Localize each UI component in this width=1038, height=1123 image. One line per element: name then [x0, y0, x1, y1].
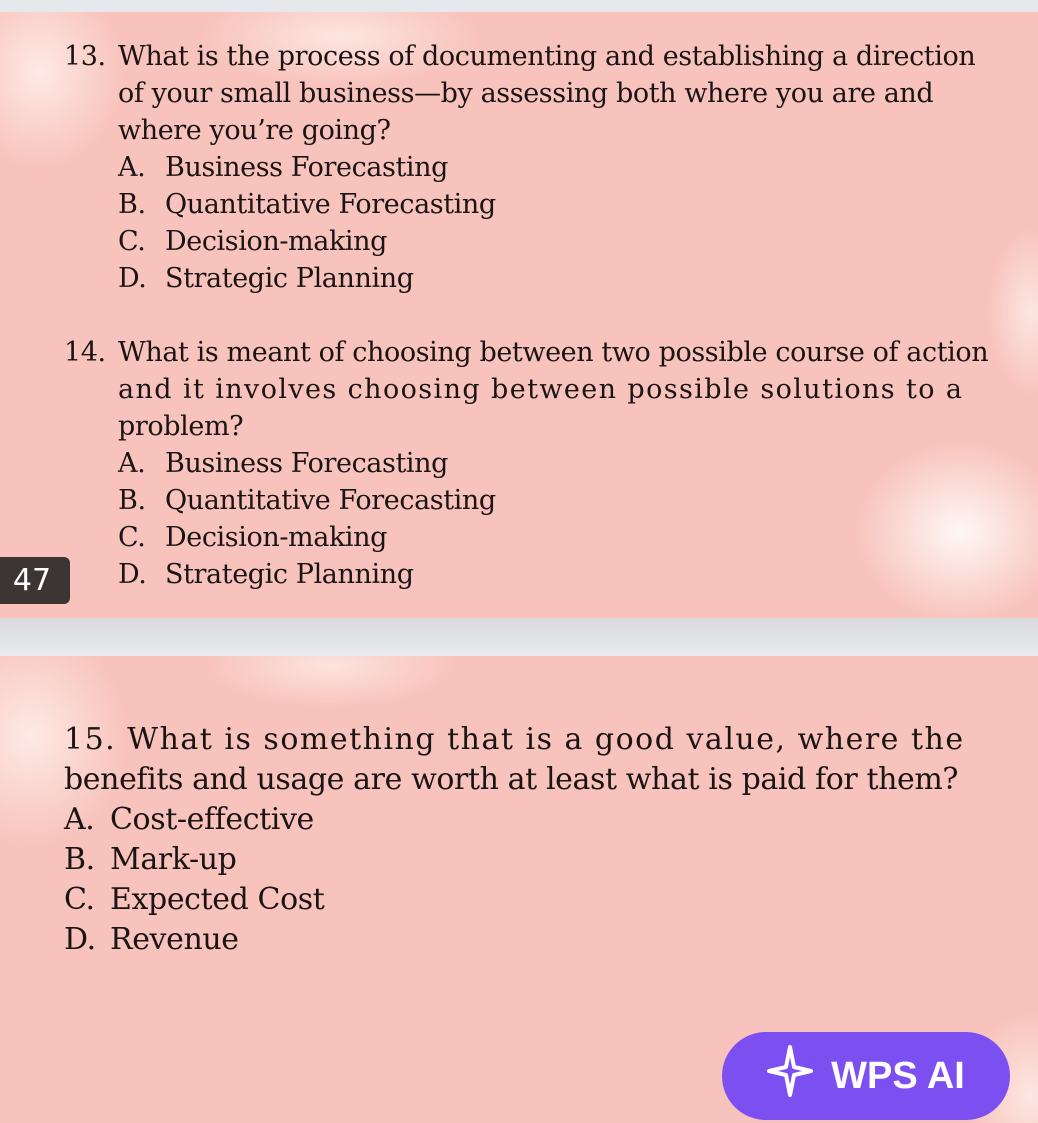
option-b: B. Quantitative Forecasting	[118, 186, 994, 223]
option-letter: B.	[64, 842, 95, 877]
option-d: D. Strategic Planning	[118, 260, 994, 297]
wps-ai-button[interactable]: WPS AI	[722, 1032, 1010, 1120]
option-text: Business Forecasting	[165, 152, 449, 183]
option-c: C. Expected Cost	[64, 880, 1004, 920]
option-letter: A.	[118, 448, 146, 479]
question-number: 14.	[64, 337, 106, 368]
option-text: Decision-making	[165, 226, 388, 257]
option-letter: C.	[118, 226, 146, 257]
question-text-line: and it involves choosing between possibl…	[118, 374, 964, 405]
option-text: Quantitative Forecasting	[165, 189, 496, 220]
question-text: What is something that is a good value, …	[127, 722, 965, 757]
question-text-line: What is meant of choosing between two po…	[118, 337, 989, 368]
option-letter: D.	[118, 263, 147, 294]
question-stem: 13. What is the process of documenting a…	[64, 38, 994, 149]
question-text-line: What is the process of documenting and e…	[118, 41, 976, 72]
option-b: B. Mark-up	[64, 840, 1004, 880]
option-b: B. Quantitative Forecasting	[118, 482, 994, 519]
question-14: 14. What is meant of choosing between tw…	[64, 334, 994, 593]
option-letter: C.	[118, 522, 146, 553]
option-text: Mark-up	[110, 842, 237, 877]
option-c: C. Decision-making	[118, 519, 994, 556]
option-text: Business Forecasting	[165, 448, 449, 479]
option-text: Strategic Planning	[165, 559, 414, 590]
options-list: A. Business Forecasting B. Quantitative Fo…	[118, 445, 994, 593]
question-text-line: problem?	[118, 411, 244, 442]
option-a: A. Business Forecasting	[118, 445, 994, 482]
option-letter: A.	[64, 802, 95, 837]
option-text: Cost-effective	[110, 802, 314, 837]
question-stem: 14. What is meant of choosing between tw…	[64, 334, 994, 445]
question-number: 15.	[64, 722, 117, 757]
option-text: Decision-making	[165, 522, 388, 553]
option-a: A. Cost-effective	[64, 800, 1004, 840]
option-text: Expected Cost	[110, 882, 325, 917]
option-letter: D.	[64, 922, 96, 957]
question-15: 15. What is something that is a good val…	[64, 720, 1004, 960]
option-letter: D.	[118, 559, 147, 590]
question-number: 13.	[64, 41, 106, 72]
question-text-line: where you’re going?	[118, 115, 391, 146]
option-c: C. Decision-making	[118, 223, 994, 260]
option-letter: A.	[118, 152, 146, 183]
question-text-line: of your small business—by assessing both…	[118, 78, 934, 109]
option-letter: C.	[64, 882, 95, 917]
option-letter: B.	[118, 485, 146, 516]
option-text: Quantitative Forecasting	[165, 485, 496, 516]
option-text: Strategic Planning	[165, 263, 414, 294]
option-a: A. Business Forecasting	[118, 149, 994, 186]
option-letter: B.	[118, 189, 146, 220]
question-text-line: benefits and usage are worth at least wh…	[64, 762, 959, 797]
page-number-badge: 47	[0, 557, 70, 604]
option-d: D. Strategic Planning	[118, 556, 994, 593]
options-list: A. Business Forecasting B. Quantitative Fo…	[118, 149, 994, 297]
question-text-line: 15. What is something that is a good val…	[64, 720, 1004, 760]
question-13: 13. What is the process of documenting a…	[64, 38, 994, 297]
option-d: D. Revenue	[64, 920, 1004, 960]
page-divider	[0, 618, 1038, 656]
option-text: Revenue	[110, 922, 239, 957]
wps-ai-label: WPS AI	[831, 1054, 965, 1097]
sparkle-star-icon	[767, 1045, 814, 1107]
